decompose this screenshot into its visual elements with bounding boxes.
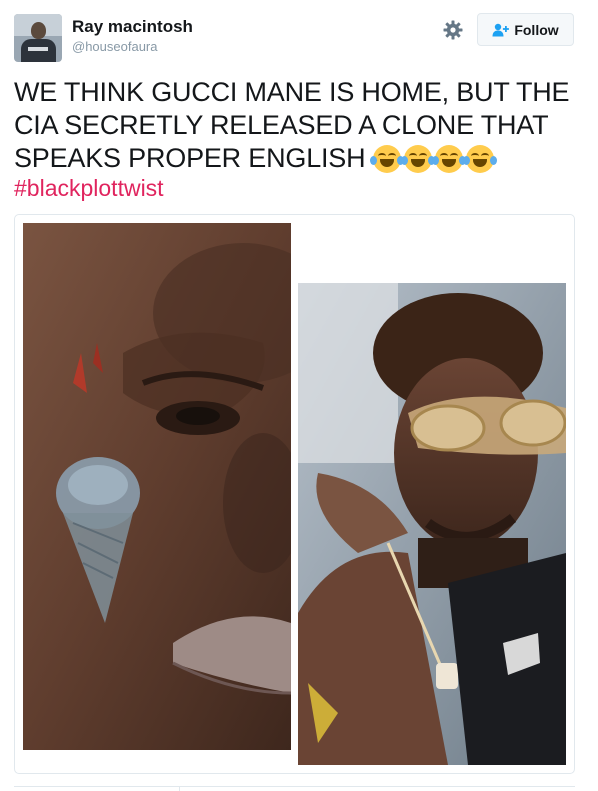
tears-of-joy-emoji (400, 145, 435, 173)
right-photo[interactable] (298, 283, 566, 765)
footer-column-divider (179, 786, 180, 791)
gear-icon[interactable] (443, 20, 463, 40)
avatar[interactable] (14, 14, 62, 62)
media-container[interactable] (14, 214, 575, 774)
avatar-head (31, 22, 46, 39)
follow-button[interactable]: Follow (477, 13, 574, 46)
follow-label: Follow (514, 21, 559, 38)
left-photo-art (23, 223, 291, 750)
right-photo-art (298, 283, 566, 765)
tears-of-joy-emoji (462, 145, 497, 173)
emoji-group (369, 143, 497, 173)
add-user-icon (492, 23, 510, 36)
tears-of-joy-emoji (431, 145, 466, 173)
tears-of-joy-emoji (369, 145, 404, 173)
tweet-card: Ray macintosh @houseofaura Follow WE THI… (0, 0, 598, 791)
footer-divider-line (14, 786, 575, 787)
hashtag-link[interactable]: #blackplottwist (14, 175, 164, 202)
tweet-text-block: WE THINK GUCCI MANE IS HOME, BUT THE CIA… (14, 76, 584, 175)
avatar-shirt-print (28, 47, 48, 51)
user-handle[interactable]: @houseofaura (72, 39, 157, 54)
user-name[interactable]: Ray macintosh (72, 17, 193, 37)
left-photo[interactable] (23, 223, 291, 750)
